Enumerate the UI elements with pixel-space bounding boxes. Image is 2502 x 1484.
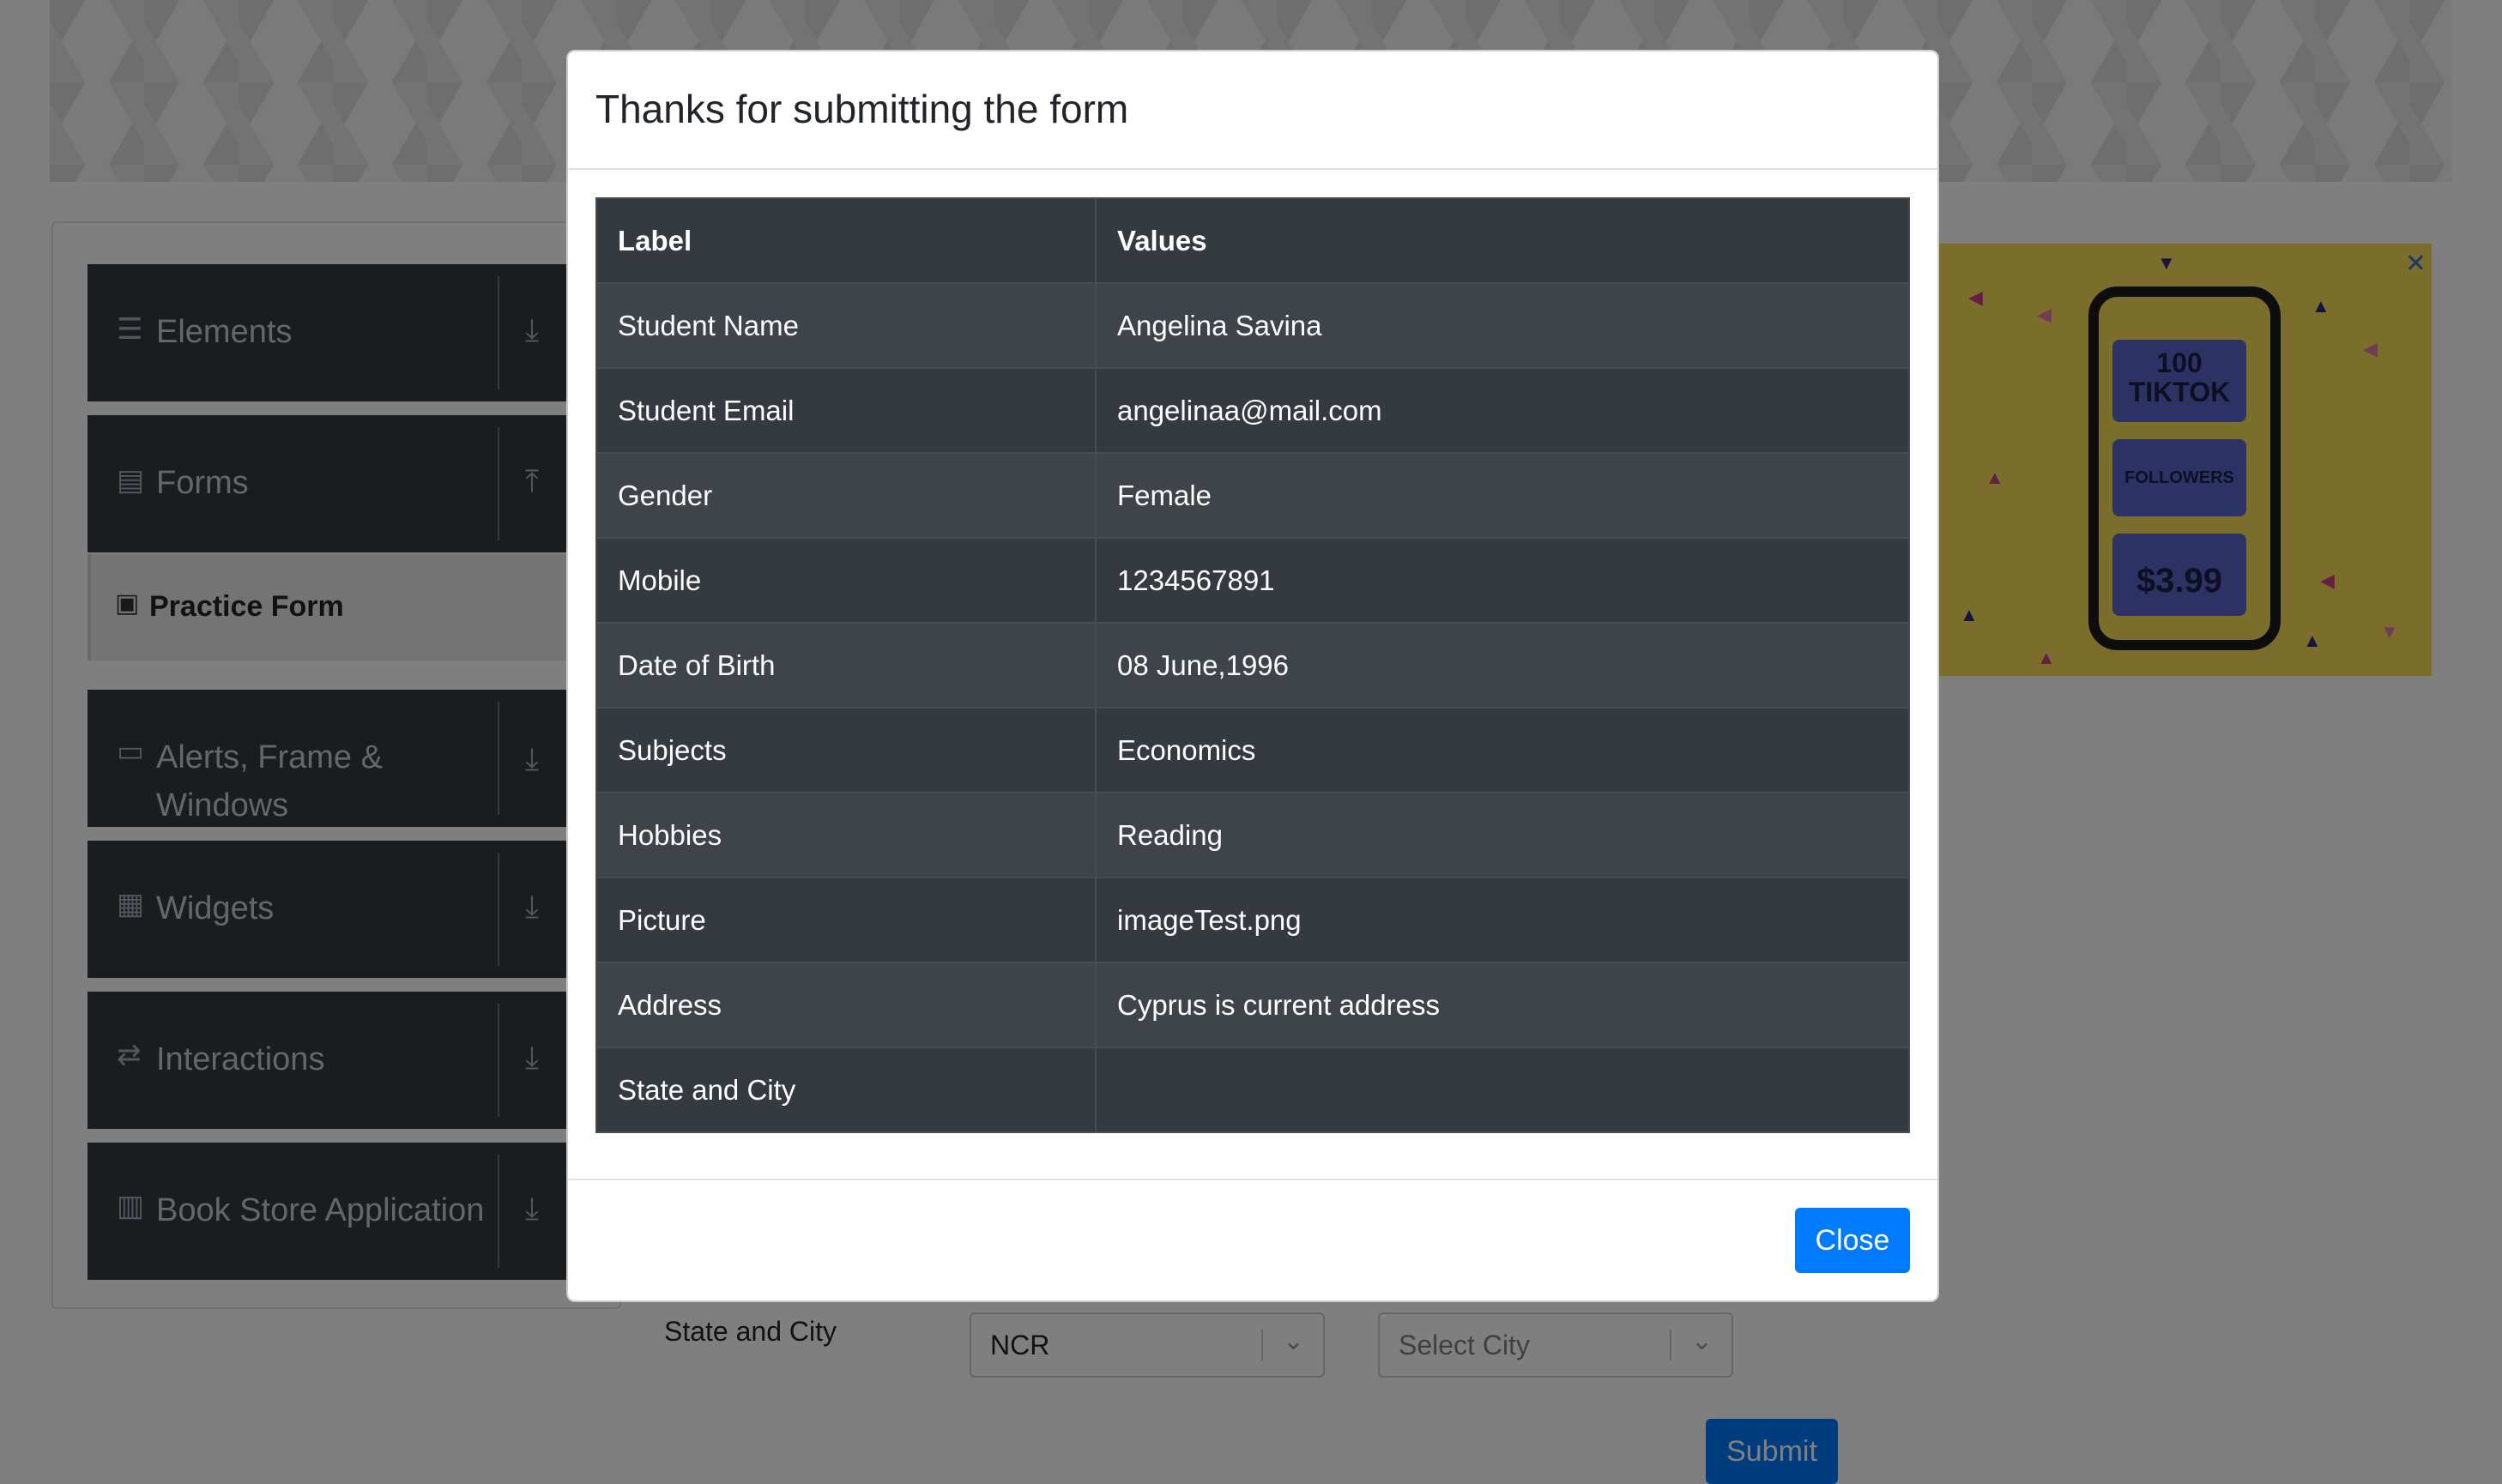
divider (568, 168, 1937, 170)
table-row: Date of Birth 08 June,1996 (595, 622, 1910, 709)
table-row: Student Name Angelina Savina (595, 282, 1910, 369)
row-label: Mobile (595, 537, 1097, 624)
row-value: Economics (1095, 707, 1910, 793)
header-label: Label (595, 197, 1097, 284)
row-label: Gender (595, 452, 1097, 539)
table-row: State and City (595, 1047, 1910, 1133)
close-button[interactable]: Close (1795, 1208, 1910, 1273)
row-value: Angelina Savina (1095, 282, 1910, 369)
row-value: angelinaa@mail.com (1095, 367, 1910, 454)
row-value: Female (1095, 452, 1910, 539)
row-value: imageTest.png (1095, 877, 1910, 963)
row-value: 1234567891 (1095, 537, 1910, 624)
results-table: Label Values Student Name Angelina Savina… (595, 197, 1910, 1133)
table-header-row: Label Values (595, 197, 1910, 284)
row-value (1095, 1047, 1910, 1133)
divider (568, 1179, 1937, 1180)
row-value: 08 June,1996 (1095, 622, 1910, 709)
table-row: Student Email angelinaa@mail.com (595, 367, 1910, 454)
row-value: Cyprus is current address (1095, 962, 1910, 1048)
modal-title: Thanks for submitting the form (595, 87, 1129, 131)
table-row: Address Cyprus is current address (595, 962, 1910, 1048)
table-row: Hobbies Reading (595, 792, 1910, 878)
table-row: Subjects Economics (595, 707, 1910, 793)
row-label: Date of Birth (595, 622, 1097, 709)
submission-modal: Thanks for submitting the form Label Val… (566, 50, 1939, 1302)
row-label: Picture (595, 877, 1097, 963)
row-label: Subjects (595, 707, 1097, 793)
row-label: Student Name (595, 282, 1097, 369)
row-label: State and City (595, 1047, 1097, 1133)
table-row: Picture imageTest.png (595, 877, 1910, 963)
header-values: Values (1095, 197, 1910, 284)
row-value: Reading (1095, 792, 1910, 878)
row-label: Student Email (595, 367, 1097, 454)
table-row: Gender Female (595, 452, 1910, 539)
row-label: Address (595, 962, 1097, 1048)
row-label: Hobbies (595, 792, 1097, 878)
table-row: Mobile 1234567891 (595, 537, 1910, 624)
